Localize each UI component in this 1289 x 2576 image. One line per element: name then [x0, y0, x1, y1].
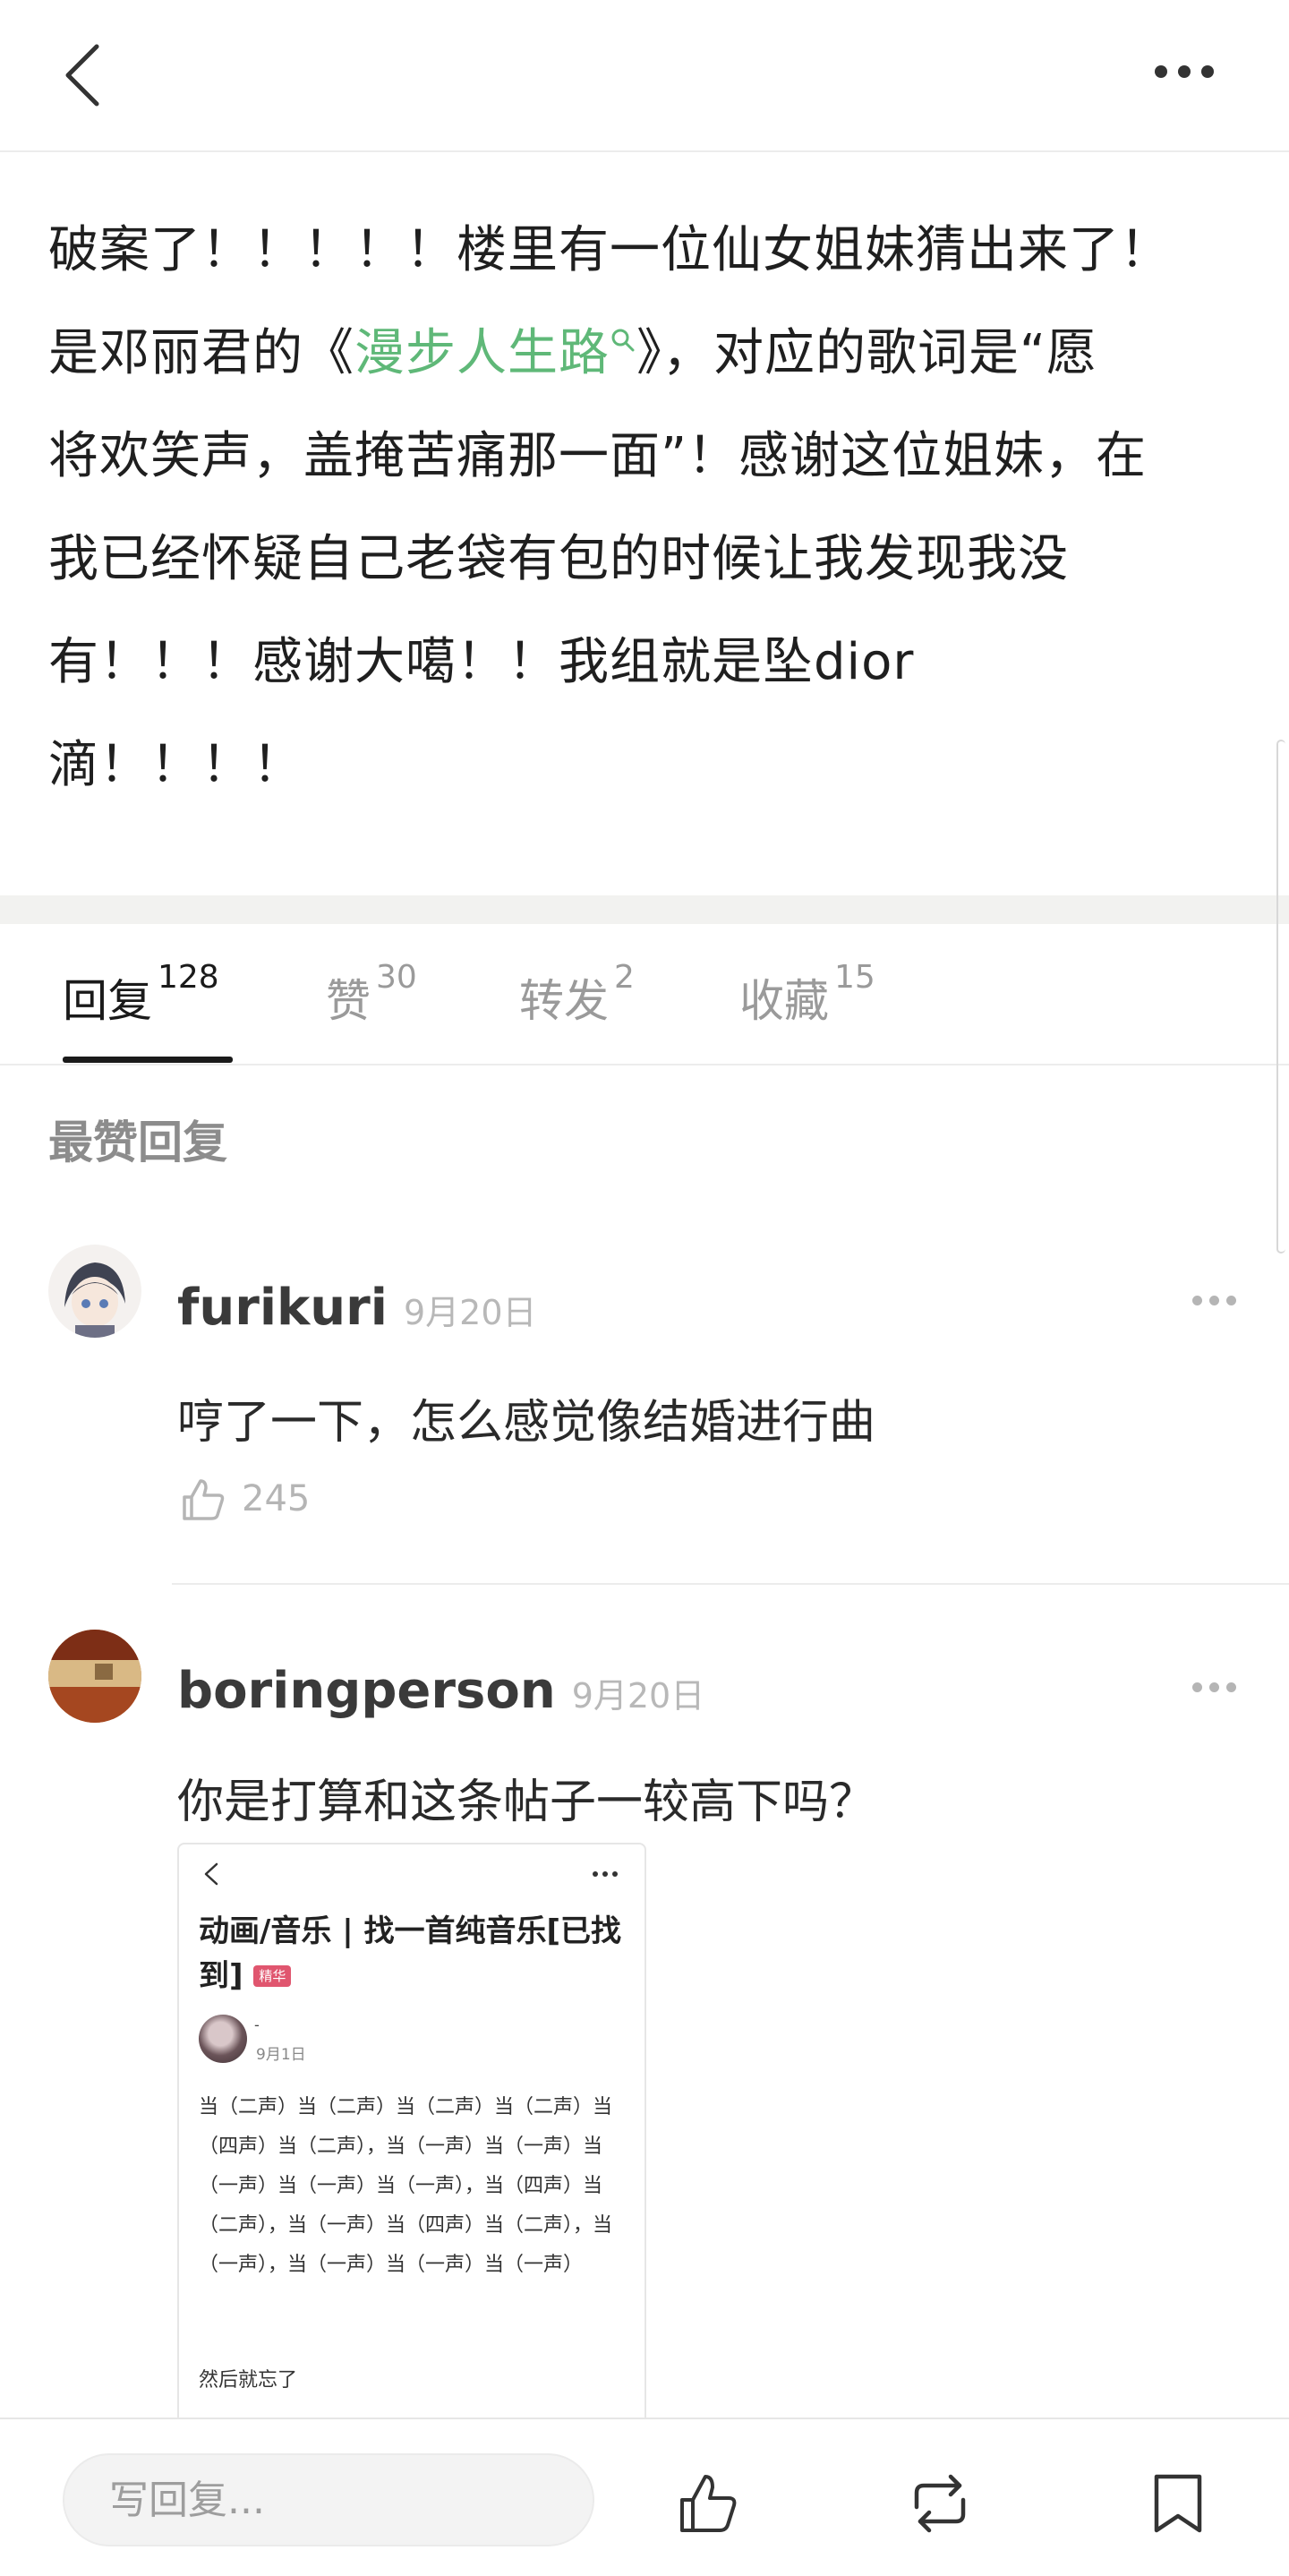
- reply-separator: [172, 1583, 1289, 1585]
- tab-reposts[interactable]: 转发 2: [519, 959, 635, 1030]
- post-line: 我已经怀疑自己老袋有包的时候让我发现我没: [48, 530, 1069, 588]
- repost-button[interactable]: [904, 2468, 976, 2539]
- reply-more-button[interactable]: [1192, 1678, 1241, 1696]
- bookmark-button[interactable]: [1142, 2468, 1214, 2539]
- like-count: 245: [242, 1478, 311, 1519]
- bookmark-icon: [1154, 2474, 1202, 2533]
- more-options-button[interactable]: [1155, 54, 1226, 90]
- post-line: 有！！！感谢大噶！！我组就是坠dior: [48, 633, 915, 691]
- avatar: [199, 2015, 247, 2063]
- active-tab-indicator: [63, 1057, 233, 1063]
- username[interactable]: furikuri 9月20日: [177, 1279, 537, 1337]
- like-post-button[interactable]: [671, 2468, 743, 2539]
- tab-likes[interactable]: 赞 30: [326, 959, 417, 1030]
- reply-date: 9月20日: [571, 1676, 705, 1716]
- more-dots-icon: [1155, 54, 1226, 90]
- tab-count: 128: [158, 959, 219, 997]
- chevron-left-icon: [65, 44, 99, 107]
- post-line: 滴！！！！: [48, 736, 303, 794]
- repost-icon: [914, 2474, 966, 2533]
- search-icon: [611, 329, 635, 352]
- avatar-image: [48, 1630, 141, 1723]
- top-bar: [0, 0, 1289, 152]
- section-divider: [0, 895, 1289, 924]
- post-line: 破案了！！！！！楼里有一位仙女姐妹猜出来了！: [48, 221, 1171, 279]
- back-button[interactable]: [57, 39, 111, 111]
- more-dots-icon: [1192, 1291, 1241, 1309]
- reply-input[interactable]: [63, 2453, 594, 2546]
- scrollbar[interactable]: [1276, 740, 1285, 1254]
- reply-text: 哼了一下，怎么感觉像结婚进行曲: [177, 1396, 876, 1450]
- reaction-tabs: 回复 128 赞 30 转发 2 收藏 15: [0, 924, 1289, 1065]
- embed-title: 动画/音乐 | 找一首纯音乐[已找到] 精华: [199, 1909, 628, 1998]
- reply-text: 你是打算和这条帖子一较高下吗？: [177, 1776, 876, 1829]
- section-title: 最赞回复: [48, 1117, 227, 1168]
- username-text: boringperson: [177, 1662, 556, 1720]
- embed-author: -: [254, 2016, 260, 2033]
- embed-body: 当（二声）当（二声）当（二声）当（二声）当（四声）当（二声），当（一声）当（一声…: [199, 2096, 613, 2276]
- like-button[interactable]: 245: [177, 1474, 310, 1524]
- post-text: 》，对应的歌词是“愿: [636, 324, 1098, 382]
- thumbs-up-icon: [680, 2475, 737, 2532]
- reply-more-button[interactable]: [1192, 1291, 1241, 1309]
- tab-count: 2: [614, 959, 635, 997]
- song-link[interactable]: 漫步人生路: [354, 324, 636, 382]
- tab-favorites[interactable]: 收藏 15: [739, 959, 875, 1030]
- bottom-bar: [0, 2418, 1289, 2576]
- avatar-image: [48, 1245, 141, 1338]
- tab-replies[interactable]: 回复 128: [63, 959, 219, 1030]
- avatar[interactable]: [48, 1630, 141, 1723]
- embed-body-2: 然后就忘了: [199, 2369, 298, 2392]
- reply-date: 9月20日: [403, 1293, 537, 1332]
- featured-badge: 精华: [253, 1965, 292, 1987]
- reply-image[interactable]: 动画/音乐 | 找一首纯音乐[已找到] 精华 - 9月1日 当（二声）当（二声）…: [177, 1843, 646, 2425]
- thumbs-up-icon: [183, 1479, 225, 1520]
- username-text: furikuri: [177, 1279, 388, 1337]
- post-detail-page: 破案了！！！！！楼里有一位仙女姐妹猜出来了！ 是邓丽君的《漫步人生路 》，对应的…: [0, 0, 1289, 2576]
- avatar[interactable]: [48, 1245, 141, 1338]
- embed-date: 9月1日: [256, 2046, 306, 2064]
- more-dots-icon: [1192, 1678, 1241, 1696]
- song-link-text: 漫步人生路: [354, 324, 610, 382]
- tab-count: 15: [834, 959, 875, 997]
- chevron-left-icon: [204, 1862, 218, 1886]
- post-line: 是邓丽君的《漫步人生路 》，对应的歌词是“愿: [48, 302, 1248, 405]
- more-dots-icon: [593, 1870, 625, 1879]
- post-content: 破案了！！！！！楼里有一位仙女姐妹猜出来了！ 是邓丽君的《漫步人生路 》，对应的…: [48, 199, 1248, 817]
- post-text: 是邓丽君的《: [48, 324, 354, 382]
- tab-count: 30: [376, 959, 417, 997]
- username[interactable]: boringperson 9月20日: [177, 1662, 704, 1720]
- post-line: 将欢笑声，盖掩苦痛那一面”！感谢这位姐妹，在: [48, 427, 1148, 485]
